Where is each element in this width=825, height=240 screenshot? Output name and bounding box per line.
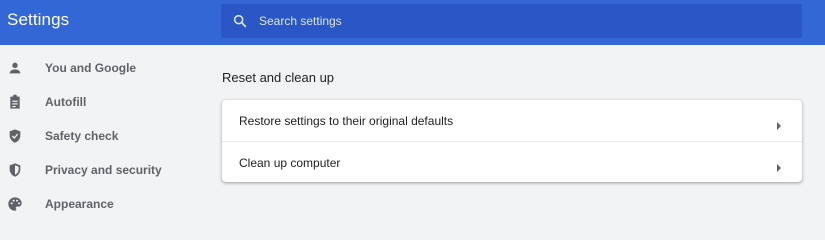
row-label: Clean up computer [239,156,341,170]
sidebar-item-label: Privacy and security [45,163,162,177]
restore-defaults-row[interactable]: Restore settings to their original defau… [222,100,802,141]
row-label: Restore settings to their original defau… [239,114,454,128]
top-bar: Settings [0,0,825,45]
sidebar-item-privacy-and-security[interactable]: Privacy and security [0,153,210,187]
search-input[interactable] [259,4,789,38]
sidebar-item-you-and-google[interactable]: You and Google [0,51,210,85]
arrow-right-icon [775,159,783,172]
sidebar-item-autofill[interactable]: Autofill [0,85,210,119]
sidebar-item-label: You and Google [45,61,137,75]
arrow-right-icon [775,117,783,130]
person-icon [7,60,23,76]
sidebar: You and Google Autofill Safety check Pri… [0,45,210,217]
sidebar-item-appearance[interactable]: Appearance [0,187,210,221]
section-title: Reset and clean up [222,70,335,85]
sidebar-item-safety-check[interactable]: Safety check [0,119,210,153]
reset-card: Restore settings to their original defau… [222,100,802,182]
sidebar-item-label: Autofill [45,95,87,109]
sidebar-item-label: Safety check [45,129,119,143]
app-title: Settings [7,10,70,29]
search-box[interactable] [221,4,802,38]
clipboard-icon [7,94,23,110]
shield-check-icon [7,128,23,144]
clean-up-computer-row[interactable]: Clean up computer [222,141,802,183]
sidebar-item-label: Appearance [45,197,114,211]
palette-icon [7,196,23,212]
shield-half-icon [7,162,23,178]
search-icon[interactable] [232,13,248,29]
